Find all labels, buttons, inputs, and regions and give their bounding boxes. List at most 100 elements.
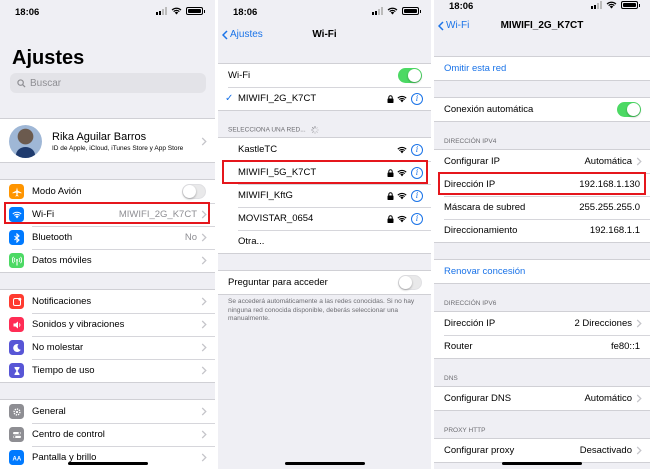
network-row-highlight <box>222 160 428 184</box>
autojoin-toggle[interactable] <box>617 102 641 117</box>
chevron-right-icon <box>201 430 207 439</box>
search-icon <box>17 78 26 88</box>
signal-icon <box>156 7 167 15</box>
network-row[interactable]: KastleTC i <box>218 138 431 161</box>
apple-id-row[interactable]: Rika Aguilar Barros ID de Apple, iCloud,… <box>0 118 215 163</box>
chevron-right-icon <box>201 137 207 146</box>
status-bar: 18:06 <box>218 0 431 24</box>
sidebar-item-general[interactable]: General <box>0 400 215 423</box>
configure-ip-row[interactable]: Configurar IP Automática <box>434 150 650 173</box>
ipv6-address-label: Dirección IP <box>444 318 496 329</box>
battery-icon <box>621 1 640 9</box>
configure-proxy-row[interactable]: Configurar proxy Desactivado <box>434 439 650 462</box>
sidebar-item-sounds[interactable]: Sonidos y vibraciones <box>0 313 215 336</box>
ask-to-join-label: Preguntar para acceder <box>228 277 328 288</box>
wifi-status-icon <box>606 1 617 9</box>
sidebar-item-airplane-mode[interactable]: Modo Avión <box>0 180 215 203</box>
ask-to-join-toggle[interactable] <box>398 275 422 290</box>
lock-icon <box>387 94 394 103</box>
svg-text:AA: AA <box>12 456 21 462</box>
network-name: KastleTC <box>238 144 278 155</box>
ipv6-section-header: DIRECCIÓN IPV6 <box>444 300 497 307</box>
wifi-toggle[interactable] <box>398 68 422 83</box>
home-indicator <box>68 462 148 465</box>
renew-lease-label: Renovar concesión <box>444 266 526 277</box>
chevron-right-icon <box>201 320 207 329</box>
sidebar-item-control-center[interactable]: Centro de control <box>0 423 215 446</box>
sidebar-item-do-not-disturb[interactable]: No molestar <box>0 336 215 359</box>
chevron-right-icon <box>201 407 207 416</box>
airplane-mode-label: Modo Avión <box>32 186 82 197</box>
renew-lease-button[interactable]: Renovar concesión <box>434 260 650 283</box>
chevron-right-icon <box>201 366 207 375</box>
wifi-screen: 18:06 Ajustes Wi-Fi Wi-Fi ✓ MIWIFI_2G_K7… <box>218 0 431 469</box>
chevron-right-icon <box>201 256 207 265</box>
bluetooth-label: Bluetooth <box>32 232 73 243</box>
sidebar-item-mobile-data[interactable]: Datos móviles <box>0 249 215 272</box>
control-center-label: Centro de control <box>32 429 105 440</box>
configure-dns-row[interactable]: Configurar DNS Automático <box>434 387 650 410</box>
forget-network-label: Omitir esta red <box>444 63 507 74</box>
chevron-right-icon <box>636 446 642 455</box>
subnet-mask-row: Máscara de subred 255.255.255.0 <box>434 196 650 219</box>
dns-group: Configurar DNS Automático <box>434 386 650 411</box>
notifications-group: Notificaciones Sonidos y vibraciones No … <box>0 289 215 383</box>
airplane-icon <box>9 184 24 199</box>
sidebar-item-bluetooth[interactable]: Bluetooth No <box>0 226 215 249</box>
info-icon[interactable]: i <box>411 189 423 202</box>
info-icon[interactable]: i <box>411 212 423 225</box>
other-network-row[interactable]: Otra... <box>218 230 431 253</box>
battery-icon <box>402 7 421 15</box>
network-row[interactable]: MIWIFI_KftG i <box>218 184 431 207</box>
battery-icon <box>186 7 205 15</box>
ipv6-router-label: Router <box>444 341 473 352</box>
screen-time-label: Tiempo de uso <box>32 365 95 376</box>
connected-network-name: MIWIFI_2G_K7CT <box>238 93 317 104</box>
navigation-bar: Wi-Fi MIWIFI_2G_K7CT <box>434 15 650 37</box>
network-detail-screen: 18:06 Wi-Fi MIWIFI_2G_K7CT Omitir esta r… <box>434 0 650 469</box>
chevron-right-icon <box>201 343 207 352</box>
proxy-group: Configurar proxy Desactivado <box>434 438 650 463</box>
moon-icon <box>9 340 24 355</box>
dns-section-header: DNS <box>444 375 458 382</box>
status-time: 18:06 <box>15 7 40 18</box>
renew-group: Renovar concesión <box>434 259 650 284</box>
wifi-signal-icon <box>397 192 407 199</box>
wifi-signal-icon <box>397 146 407 153</box>
proxy-section-header: PROXY HTTP <box>444 427 486 434</box>
ipv6-address-row[interactable]: Dirección IP 2 Direcciones <box>434 312 650 335</box>
wifi-signal-icon <box>397 215 407 222</box>
chevron-right-icon <box>201 297 207 306</box>
bluetooth-value: No <box>184 232 197 243</box>
wifi-main-group: Wi-Fi ✓ MIWIFI_2G_K7CT i <box>218 63 431 111</box>
sounds-label: Sonidos y vibraciones <box>32 319 125 330</box>
info-icon[interactable]: i <box>411 143 423 156</box>
airplane-mode-toggle[interactable] <box>182 184 206 199</box>
mobile-data-label: Datos móviles <box>32 255 92 266</box>
sidebar-item-notifications[interactable]: Notificaciones <box>0 290 215 313</box>
search-input[interactable]: Buscar <box>10 73 206 93</box>
ipv6-group: Dirección IP 2 Direcciones Router fe80::… <box>434 311 650 359</box>
autojoin-row: Conexión automática <box>434 98 650 121</box>
network-row[interactable]: MOVISTAR_0654 i <box>218 207 431 230</box>
ipv6-address-value: 2 Direcciones <box>574 318 632 329</box>
profile-subtitle: ID de Apple, iCloud, iTunes Store y App … <box>52 145 184 152</box>
sidebar-item-screen-time[interactable]: Tiempo de uso <box>0 359 215 382</box>
general-label: General <box>32 406 66 417</box>
configure-proxy-label: Configurar proxy <box>444 445 515 456</box>
signal-icon <box>591 1 602 9</box>
lock-icon <box>387 214 394 223</box>
wifi-status-icon <box>171 7 182 15</box>
ipv6-router-row: Router fe80::1 <box>434 335 650 358</box>
wifi-toggle-row: Wi-Fi <box>218 64 431 87</box>
ask-to-join-group: Preguntar para acceder <box>218 270 431 295</box>
connected-network-row[interactable]: ✓ MIWIFI_2G_K7CT i <box>218 87 431 110</box>
gear-icon <box>9 404 24 419</box>
chevron-right-icon <box>636 157 642 166</box>
info-icon[interactable]: i <box>411 92 423 105</box>
status-bar: 18:06 <box>0 0 215 24</box>
forget-network-button[interactable]: Omitir esta red <box>434 57 650 80</box>
sidebar-item-display[interactable]: AA Pantalla y brillo <box>0 446 215 469</box>
home-indicator <box>502 462 582 465</box>
ask-to-join-row: Preguntar para acceder <box>218 271 431 294</box>
